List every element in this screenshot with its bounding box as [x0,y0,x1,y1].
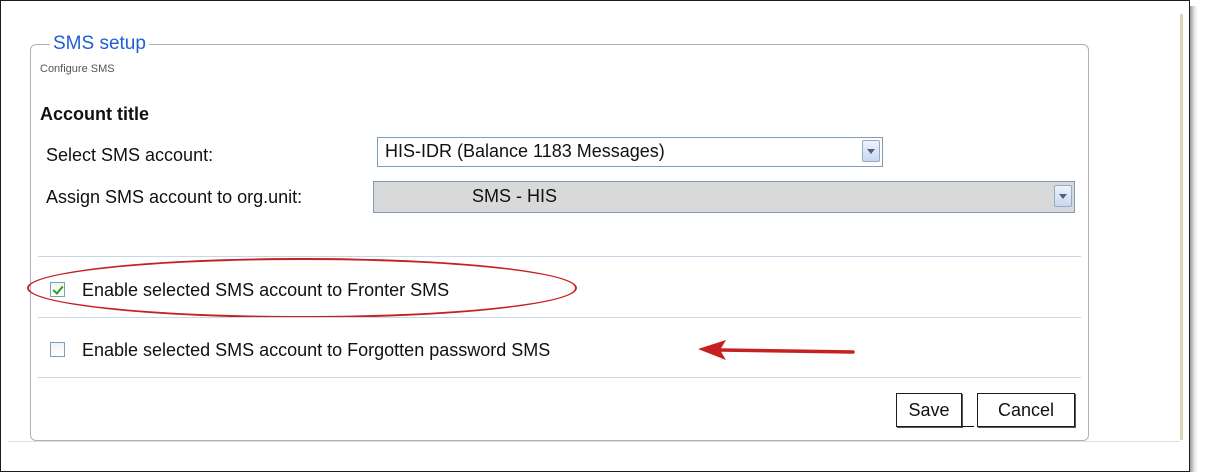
arrow-annotation-icon [698,340,855,360]
org-unit-select[interactable]: SMS - HIS [373,181,1075,213]
separator [38,317,1081,318]
separator [38,256,1081,257]
org-unit-select-value: SMS - HIS [472,186,558,206]
button-divider [962,426,974,427]
panel-subtitle: Configure SMS [40,63,115,75]
highlight-ellipse [27,258,577,318]
select-account-label: Select SMS account: [46,145,214,165]
window-shadow [1190,6,1198,472]
chevron-down-icon[interactable] [862,140,880,162]
sms-setup-panel [30,44,1089,441]
sms-account-select-value: HIS-IDR (Balance 1183 Messages) [385,141,665,161]
bottom-divider [8,441,1180,442]
forgotten-password-sms-label[interactable]: Enable selected SMS account to Forgotten… [82,340,550,361]
forgotten-password-sms-checkbox[interactable] [50,342,65,357]
panel-title: SMS setup [50,32,149,56]
separator [38,377,1081,378]
scroll-edge [1180,14,1183,440]
assign-account-label: Assign SMS account to org.unit: [46,187,303,207]
save-button[interactable]: Save [896,393,962,427]
cancel-button[interactable]: Cancel [977,393,1075,427]
account-section-title: Account title [40,104,150,124]
sms-account-select[interactable]: HIS-IDR (Balance 1183 Messages) [377,137,883,167]
chevron-down-icon[interactable] [1054,185,1072,207]
